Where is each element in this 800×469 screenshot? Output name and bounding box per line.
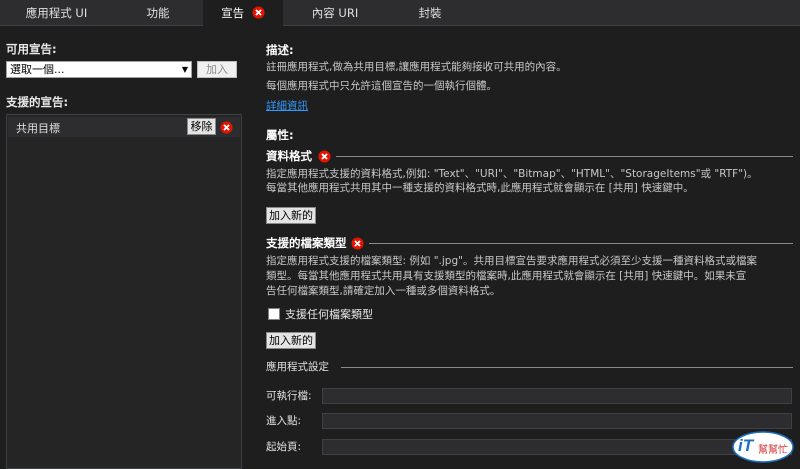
- tab-content-uri[interactable]: 內容 URI: [283, 0, 387, 26]
- add-file-type-button[interactable]: 加入新的: [266, 332, 316, 349]
- tab-label: 功能: [146, 6, 170, 20]
- error-icon: [351, 237, 364, 250]
- more-info-link[interactable]: 詳細資訊: [266, 98, 308, 113]
- available-declarations-label: 可用宣告:: [6, 42, 57, 56]
- file-types-description: 類型。每當其他應用程式共用具有支援類型的檔案時,此應用程式就會顯示在 [共用] …: [266, 270, 747, 282]
- tab-capabilities[interactable]: 功能: [113, 0, 203, 26]
- tab-label: 應用程式 UI: [25, 6, 88, 20]
- tab-application-ui[interactable]: 應用程式 UI: [0, 0, 113, 26]
- executable-field[interactable]: [322, 388, 792, 404]
- add-data-format-button[interactable]: 加入新的: [266, 207, 316, 224]
- remove-declaration-button[interactable]: 移除: [187, 118, 216, 135]
- data-formats-heading: 資料格式: [266, 149, 312, 163]
- tab-bar: 應用程式 UI 功能 宣告 內容 URI 封裝: [0, 0, 800, 27]
- logo-main-text: iT: [738, 436, 754, 455]
- tab-packaging[interactable]: 封裝: [387, 0, 473, 26]
- any-file-type-label: 支援任何檔案類型: [285, 308, 373, 321]
- supported-declarations-list: 共用目標: [6, 114, 242, 469]
- divider: [341, 367, 793, 368]
- data-formats-description: 指定應用程式支援的資料格式,例如: "Text"、"URI"、"Bitmap"、…: [266, 168, 758, 180]
- tab-declarations[interactable]: 宣告: [203, 0, 283, 27]
- entry-point-field[interactable]: [322, 413, 792, 429]
- chevron-down-icon: ▼: [181, 65, 188, 74]
- ithome-logo: iT 幫幫忙: [732, 427, 794, 463]
- file-types-description: 指定應用程式支援的檔案類型: 例如 ".jpg"。共用目標宣告要求應用程式必須至…: [266, 255, 757, 267]
- declaration-dropdown[interactable]: 選取一個... ▼: [6, 61, 192, 78]
- declaration-name: 共用目標: [16, 122, 60, 135]
- add-declaration-button[interactable]: 加入: [197, 61, 237, 78]
- divider: [336, 156, 793, 157]
- supported-declarations-label: 支援的宣告:: [6, 95, 69, 109]
- executable-label: 可執行檔:: [266, 390, 312, 402]
- tab-label: 內容 URI: [311, 6, 359, 20]
- app-settings-heading: 應用程式設定: [266, 361, 329, 373]
- logo-sub-text: 幫幫忙: [758, 445, 788, 456]
- start-page-label: 起始頁:: [266, 441, 302, 453]
- data-formats-description: 每當其他應用程式共用其中一種支援的資料格式時,此應用程式就會顯示在 [共用] 快…: [266, 182, 694, 194]
- error-icon: [220, 121, 233, 134]
- description-text: 註冊應用程式,做為共用目標,讓應用程式能夠接收可共用的內容。: [266, 61, 567, 73]
- dropdown-value: 選取一個...: [10, 63, 65, 76]
- tab-label: 宣告: [221, 6, 245, 20]
- tab-label: 封裝: [418, 6, 442, 20]
- error-icon: [252, 6, 265, 19]
- start-page-field[interactable]: [322, 439, 792, 455]
- properties-heading: 屬性:: [266, 128, 294, 142]
- entry-point-label: 進入點:: [266, 415, 302, 427]
- error-icon: [318, 150, 331, 163]
- file-types-description: 告任何檔案類型,請確定加入一種或多個資料格式。: [266, 285, 501, 297]
- any-file-type-checkbox[interactable]: [268, 308, 280, 320]
- description-heading: 描述:: [266, 43, 294, 57]
- file-types-heading: 支援的檔案類型: [266, 236, 347, 250]
- divider: [369, 243, 793, 244]
- description-text: 每個應用程式中只允許這個宣告的一個執行個體。: [266, 80, 497, 92]
